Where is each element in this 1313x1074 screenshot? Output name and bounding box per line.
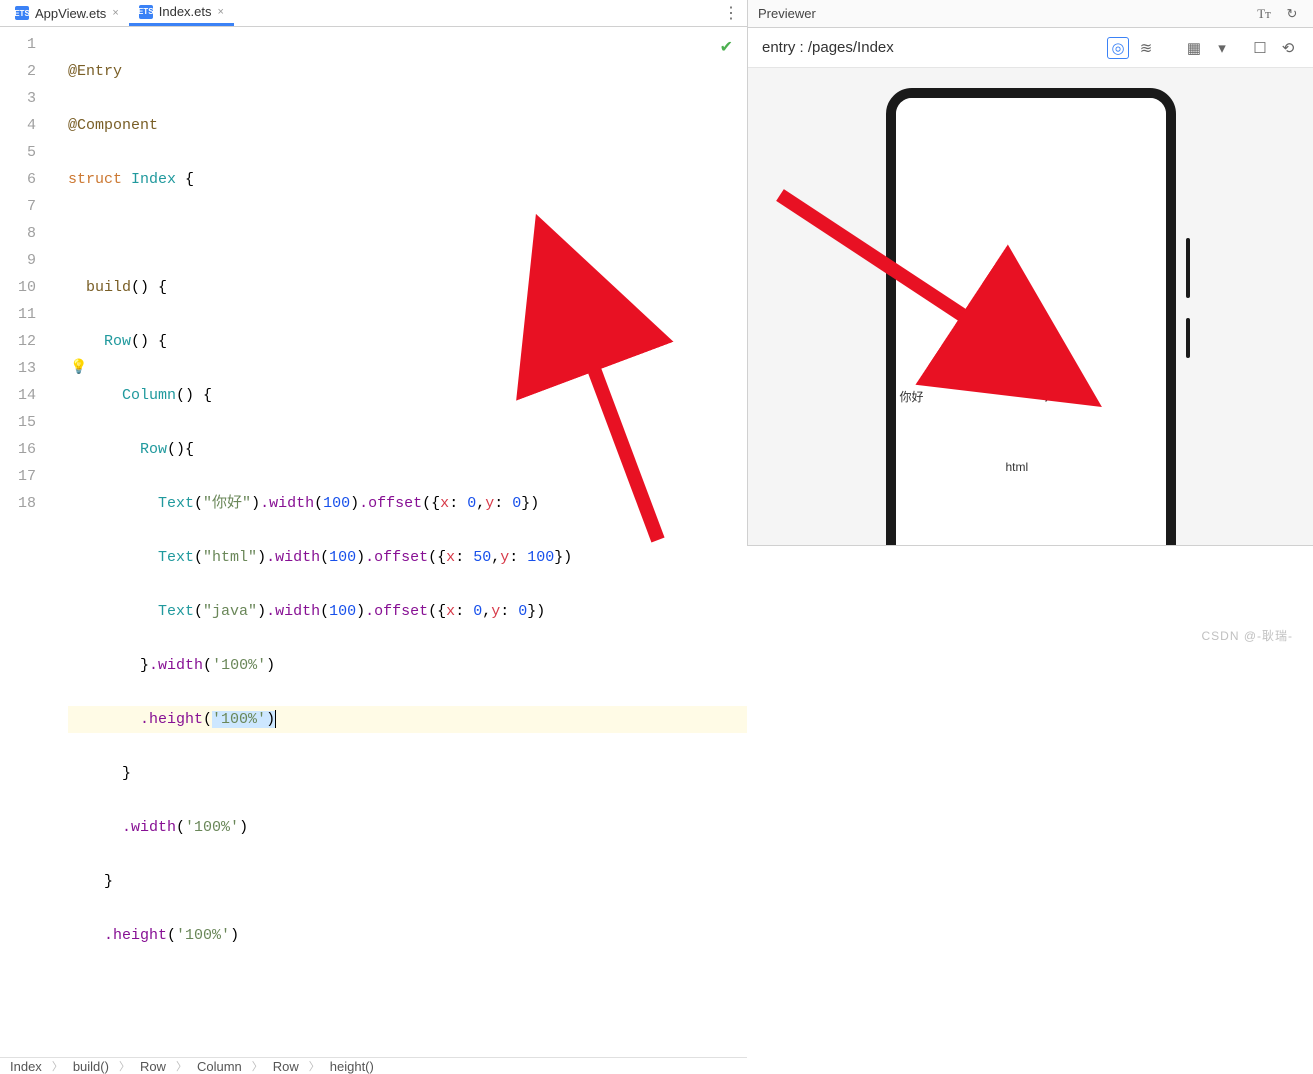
- preview-text-nihao: 你好: [900, 388, 924, 405]
- chevron-down-icon[interactable]: ▾: [1211, 37, 1233, 59]
- crumb[interactable]: Row: [140, 1059, 166, 1074]
- crumb[interactable]: Row: [273, 1059, 299, 1074]
- crop-icon[interactable]: ☐: [1249, 37, 1271, 59]
- intention-bulb-icon[interactable]: 💡: [70, 359, 87, 376]
- grid-icon[interactable]: ▦: [1183, 37, 1205, 59]
- close-icon[interactable]: ×: [218, 6, 224, 18]
- device-canvas: 你好 java html: [748, 68, 1313, 545]
- tab-index[interactable]: ETS Index.ets ×: [129, 0, 234, 26]
- previewer-title: Previewer: [758, 6, 816, 21]
- refresh-icon[interactable]: ↻: [1281, 3, 1303, 25]
- phone-screen[interactable]: 你好 java html: [896, 98, 1166, 545]
- ets-file-icon: ETS: [15, 6, 29, 20]
- crumb[interactable]: Column: [197, 1059, 242, 1074]
- editor-tabs-bar: ETS AppView.ets × ETS Index.ets × ⋮: [0, 0, 747, 27]
- more-menu-icon[interactable]: ⋮: [723, 3, 739, 23]
- line-gutter: 123456789101112131415161718: [0, 27, 48, 1057]
- previewer-panel: Previewer Tт ↻ entry : /pages/Index ◎ ≋ …: [748, 0, 1313, 545]
- entry-path: entry : /pages/Index: [762, 39, 894, 56]
- close-icon[interactable]: ×: [112, 7, 118, 19]
- phone-frame: 你好 java html: [886, 88, 1176, 545]
- ets-file-icon: ETS: [139, 5, 153, 19]
- previewer-title-bar: Previewer Tт ↻: [748, 0, 1313, 28]
- editor-panel: ETS AppView.ets × ETS Index.ets × ⋮ ✔ 💡 …: [0, 0, 748, 545]
- phone-side-button: [1186, 318, 1190, 358]
- breadcrumb: Index〉 build()〉 Row〉 Column〉 Row〉 height…: [0, 1057, 747, 1074]
- code-content[interactable]: @Entry @Component struct Index { build()…: [68, 27, 747, 1057]
- watermark: CSDN @-耿瑞-: [1201, 627, 1293, 644]
- phone-side-button: [1186, 238, 1190, 298]
- rotate-icon[interactable]: ⟲: [1277, 37, 1299, 59]
- crumb[interactable]: build(): [73, 1059, 109, 1074]
- code-editor[interactable]: ✔ 💡 123456789101112131415161718 @Entry @…: [0, 27, 747, 1057]
- previewer-entry-bar: entry : /pages/Index ◎ ≋ ▦ ▾ ☐ ⟲: [748, 28, 1313, 68]
- fold-gutter: [48, 27, 68, 1057]
- layers-icon[interactable]: ≋: [1135, 37, 1157, 59]
- crumb[interactable]: Index: [10, 1059, 42, 1074]
- tab-appview[interactable]: ETS AppView.ets ×: [5, 2, 129, 25]
- inspect-icon[interactable]: ◎: [1107, 37, 1129, 59]
- crumb[interactable]: height(): [330, 1059, 374, 1074]
- preview-text-html: html: [1006, 460, 1029, 474]
- tab-label: AppView.ets: [35, 6, 106, 21]
- tab-label: Index.ets: [159, 4, 212, 19]
- preview-text-java: java: [1046, 388, 1068, 402]
- font-size-icon[interactable]: Tт: [1253, 3, 1275, 25]
